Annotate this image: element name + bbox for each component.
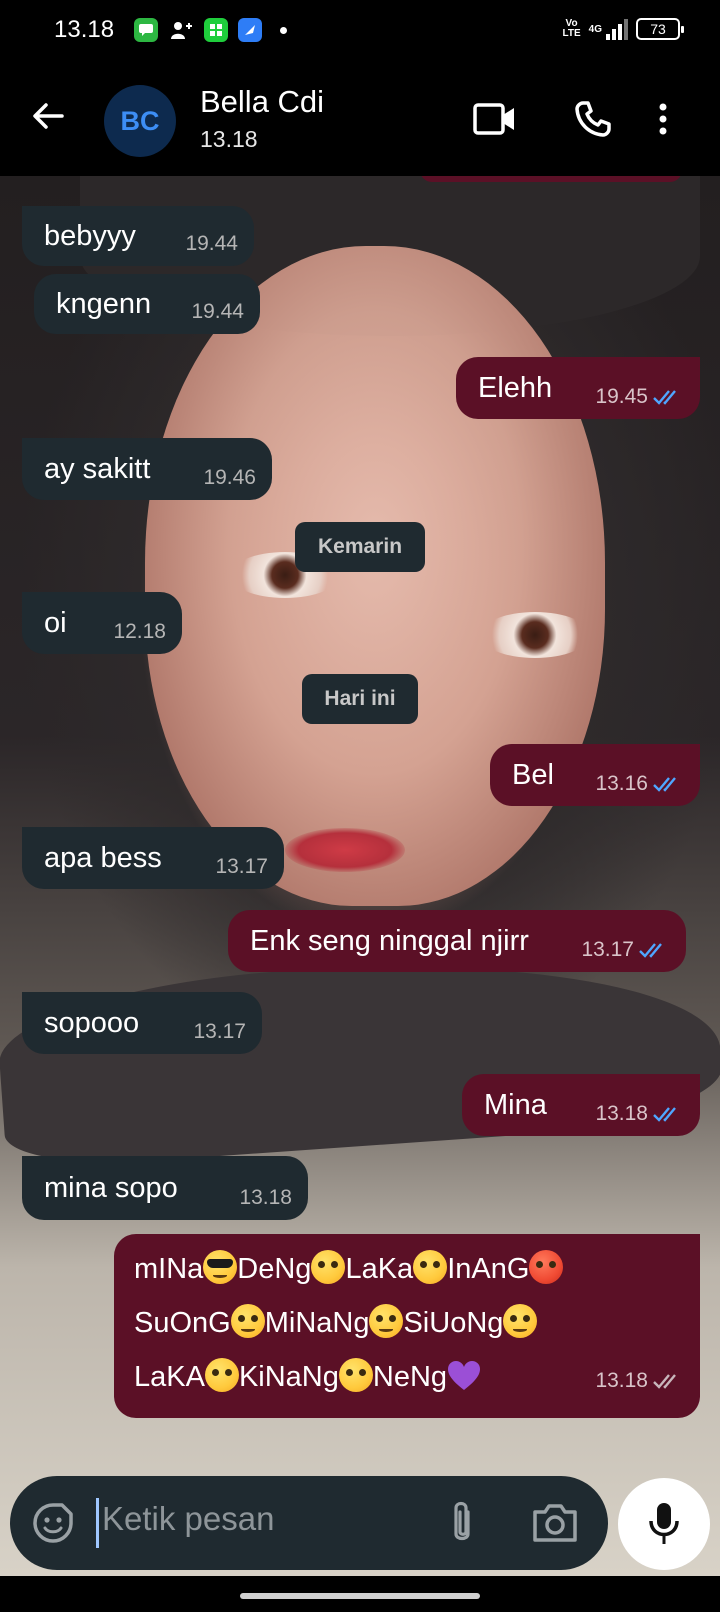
- outgoing-message[interactable]: Enk seng ninggal njirr 13.17: [228, 910, 686, 972]
- browser-app-icon: [238, 18, 262, 42]
- double-check-icon: [653, 1107, 676, 1122]
- chat-header: BC Bella Cdi 13.18: [0, 64, 720, 176]
- chat-area[interactable]: bebyyy 19.44 kngenn 19.44 Elehh 19.45 ay…: [0, 176, 720, 1576]
- double-check-icon: [639, 943, 662, 958]
- avatar[interactable]: BC: [104, 85, 176, 157]
- message-time: 13.18: [239, 1186, 292, 1209]
- previous-outgoing-bubble: [420, 176, 682, 182]
- last-seen: 13.18: [200, 126, 258, 152]
- home-gesture-bar[interactable]: [240, 1593, 480, 1599]
- tears-of-joy-emoji: [230, 1304, 265, 1338]
- message-text: Elehh: [478, 371, 553, 404]
- add-contact-icon: [168, 18, 194, 42]
- signal-icon: [606, 18, 628, 40]
- outgoing-message[interactable]: mINa DeNg LaKa InAnG SuOnG MiNaNg SiUoNg LaKA…: [114, 1234, 700, 1418]
- wallpaper-eye-right: [480, 612, 590, 658]
- pleading-emoji: [338, 1358, 373, 1392]
- message-text: oi: [44, 606, 67, 639]
- incoming-message[interactable]: ay sakitt 19.46: [22, 438, 272, 500]
- purple-heart-emoji: [447, 1356, 481, 1390]
- outgoing-message[interactable]: Mina 13.18: [462, 1074, 700, 1136]
- phone-icon[interactable]: [568, 94, 618, 144]
- incoming-message[interactable]: bebyyy 19.44: [22, 206, 254, 266]
- message-time: 13.17: [193, 1020, 246, 1043]
- text-cursor: [96, 1498, 99, 1548]
- flushed-emoji: [204, 1358, 239, 1392]
- arrow-left-icon[interactable]: [28, 96, 68, 136]
- message-input[interactable]: Ketik pesan: [102, 1500, 274, 1538]
- message-time: 19.46: [203, 466, 256, 489]
- messages-app-icon: [134, 18, 158, 42]
- camera-icon[interactable]: [530, 1500, 580, 1546]
- angry-emoji: [529, 1250, 564, 1284]
- paperclip-icon[interactable]: [440, 1498, 484, 1548]
- incoming-message[interactable]: mina sopo 13.18: [22, 1156, 308, 1220]
- more-notifications-dot: [280, 26, 287, 34]
- volte-indicator: Vo LTE: [562, 18, 581, 39]
- outgoing-message[interactable]: Elehh 19.45: [456, 357, 700, 419]
- message-text: Enk seng ninggal njirr: [250, 924, 529, 957]
- message-time: 13.17: [581, 938, 670, 962]
- status-bar: 13.18 Vo LTE 4G 73: [0, 0, 720, 64]
- date-divider: Hari ini: [302, 674, 418, 724]
- smirk-emoji: [503, 1304, 538, 1338]
- message-text: Bel: [512, 758, 554, 791]
- incoming-message[interactable]: apa bess 13.17: [22, 827, 284, 889]
- message-text: bebyyy: [44, 219, 136, 252]
- message-time: 13.17: [215, 855, 268, 878]
- hand-over-mouth-emoji: [311, 1250, 346, 1284]
- notification-icons: [134, 18, 287, 42]
- message-time: 13.16: [595, 772, 684, 796]
- emoji-icon[interactable]: [30, 1500, 76, 1546]
- message-text: mina sopo: [44, 1171, 178, 1204]
- more-vertical-icon[interactable]: [648, 94, 678, 144]
- zany-face-emoji: [369, 1304, 404, 1338]
- message-composer: Ketik pesan: [10, 1476, 608, 1570]
- message-text: kngenn: [56, 287, 152, 320]
- message-time: 12.18: [113, 620, 166, 643]
- system-navigation-bar: [0, 1576, 720, 1612]
- date-divider: Kemarin: [295, 522, 425, 572]
- message-time: 13.18: [595, 1102, 684, 1126]
- video-camera-icon[interactable]: [470, 94, 520, 144]
- wallpaper-scarf-lower: [0, 941, 720, 1171]
- battery-icon: 73: [636, 18, 684, 40]
- message-time: 19.44: [185, 232, 238, 255]
- double-check-icon: [653, 1374, 676, 1389]
- status-time: 13.18: [54, 16, 115, 43]
- message-time: 19.44: [191, 300, 244, 323]
- battery-level: 73: [650, 21, 666, 37]
- sunglasses-emoji: [203, 1250, 238, 1284]
- message-text: Mina: [484, 1088, 547, 1121]
- incoming-message[interactable]: kngenn 19.44: [34, 274, 260, 334]
- screaming-emoji: [413, 1250, 448, 1284]
- system-icons: Vo LTE 4G 73: [562, 18, 684, 40]
- microphone-icon[interactable]: [618, 1478, 710, 1570]
- incoming-message[interactable]: oi 12.18: [22, 592, 182, 654]
- message-text: sopooo: [44, 1006, 140, 1039]
- incoming-message[interactable]: sopooo 13.17: [22, 992, 262, 1054]
- network-type: 4G: [588, 23, 602, 35]
- message-text: apa bess: [44, 841, 162, 874]
- message-time: 19.45: [595, 385, 684, 409]
- contact-name[interactable]: Bella Cdi: [200, 84, 324, 120]
- outgoing-message[interactable]: Bel 13.16: [490, 744, 700, 806]
- wallpaper-face: [145, 246, 605, 906]
- grid-app-icon: [204, 18, 228, 42]
- double-check-icon: [653, 777, 676, 792]
- double-check-icon: [653, 390, 676, 405]
- wallpaper-lips: [285, 828, 405, 872]
- message-time: 13.18: [595, 1354, 684, 1408]
- message-text: ay sakitt: [44, 452, 151, 485]
